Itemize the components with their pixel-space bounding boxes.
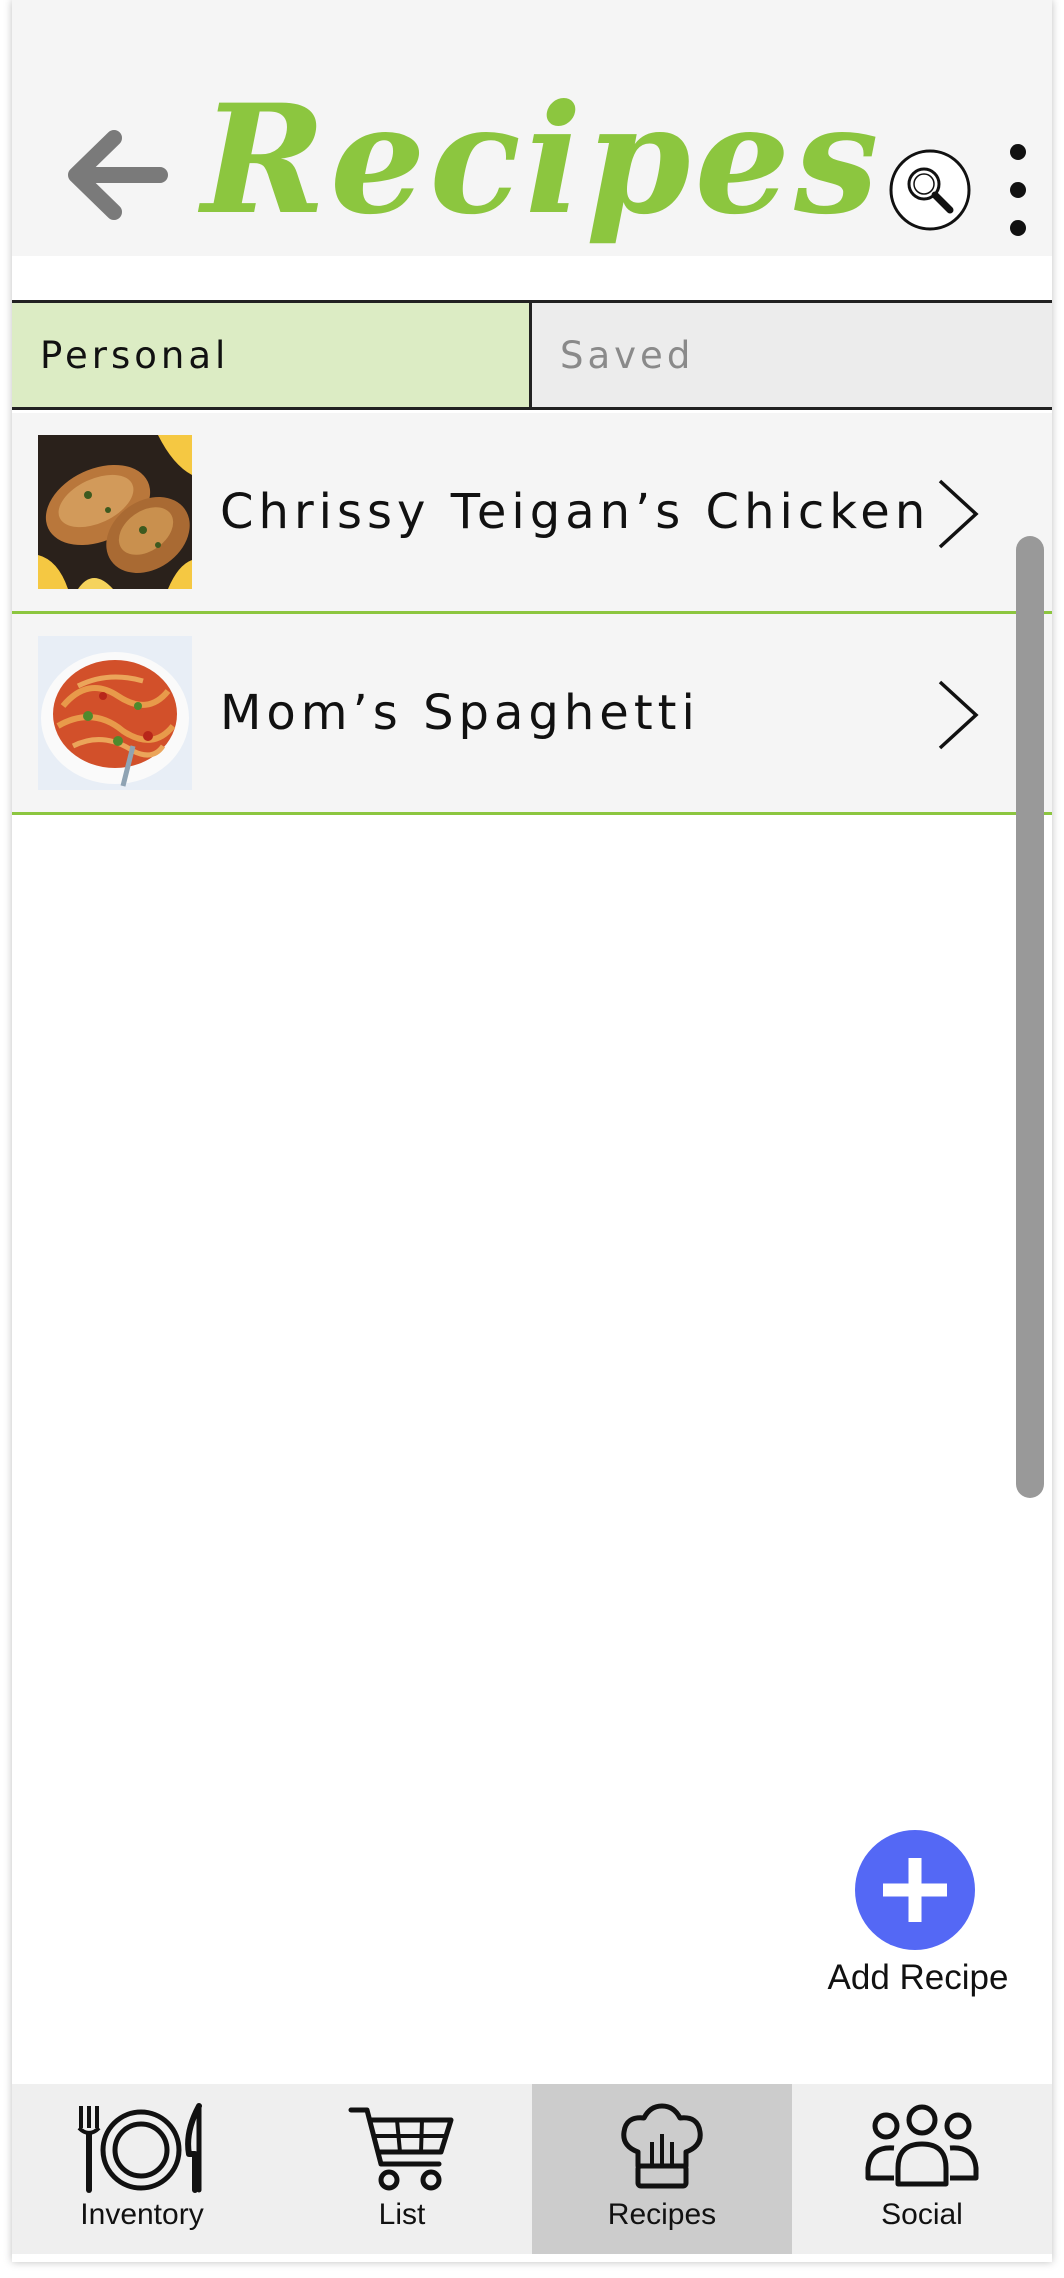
chevron-right-icon — [938, 479, 979, 549]
recipe-name: Mom’s Spaghetti — [220, 685, 700, 741]
nav-label-recipes: Recipes — [607, 2198, 717, 2231]
more-vertical-icon — [1010, 144, 1026, 236]
shopping-cart-icon — [348, 2107, 454, 2191]
nav-item-list[interactable]: List — [272, 2084, 532, 2254]
chevron-right-icon — [938, 680, 979, 750]
search-icon — [889, 149, 971, 231]
app-screen: Recipes Personal Saved Chrissy Teigan’s … — [12, 0, 1052, 2262]
more-options-button[interactable] — [998, 140, 1038, 240]
recipe-thumbnail-chicken — [38, 435, 192, 589]
nav-label-social: Social — [881, 2198, 963, 2231]
nav-label-list: List — [378, 2198, 426, 2231]
recipe-tabs: Personal Saved — [12, 300, 1052, 410]
plus-icon — [883, 1858, 947, 1922]
nav-label-inventory: Inventory — [80, 2198, 204, 2231]
chef-hat-icon — [621, 2103, 703, 2189]
scrollbar-thumb[interactable] — [1016, 536, 1044, 1498]
people-group-icon — [865, 2104, 979, 2187]
recipe-thumbnail-spaghetti — [38, 636, 192, 790]
add-recipe-label: Add Recipe — [827, 1958, 1009, 1997]
tab-saved[interactable]: Saved — [532, 303, 1052, 407]
nav-item-recipes[interactable]: Recipes — [532, 2084, 792, 2254]
plate-utensils-icon — [77, 2103, 202, 2193]
tab-personal[interactable]: Personal — [12, 303, 532, 407]
search-button[interactable] — [888, 148, 972, 232]
app-header: Recipes — [12, 0, 1052, 256]
roast-chicken-photo — [38, 435, 192, 589]
recipe-list: Chrissy Teigan’s Chicken Mom’s Spaghetti — [12, 413, 1052, 815]
nav-item-inventory[interactable]: Inventory — [12, 2084, 272, 2254]
nav-item-social[interactable]: Social — [792, 2084, 1052, 2254]
recipe-name: Chrissy Teigan’s Chicken — [220, 484, 931, 540]
recipe-item-spaghetti[interactable]: Mom’s Spaghetti — [12, 614, 1052, 815]
spaghetti-photo — [38, 636, 192, 790]
add-recipe-button[interactable] — [855, 1830, 975, 1950]
bottom-nav: Inventory List Recipes Social — [12, 2084, 1052, 2254]
recipe-item-chicken[interactable]: Chrissy Teigan’s Chicken — [12, 413, 1052, 614]
